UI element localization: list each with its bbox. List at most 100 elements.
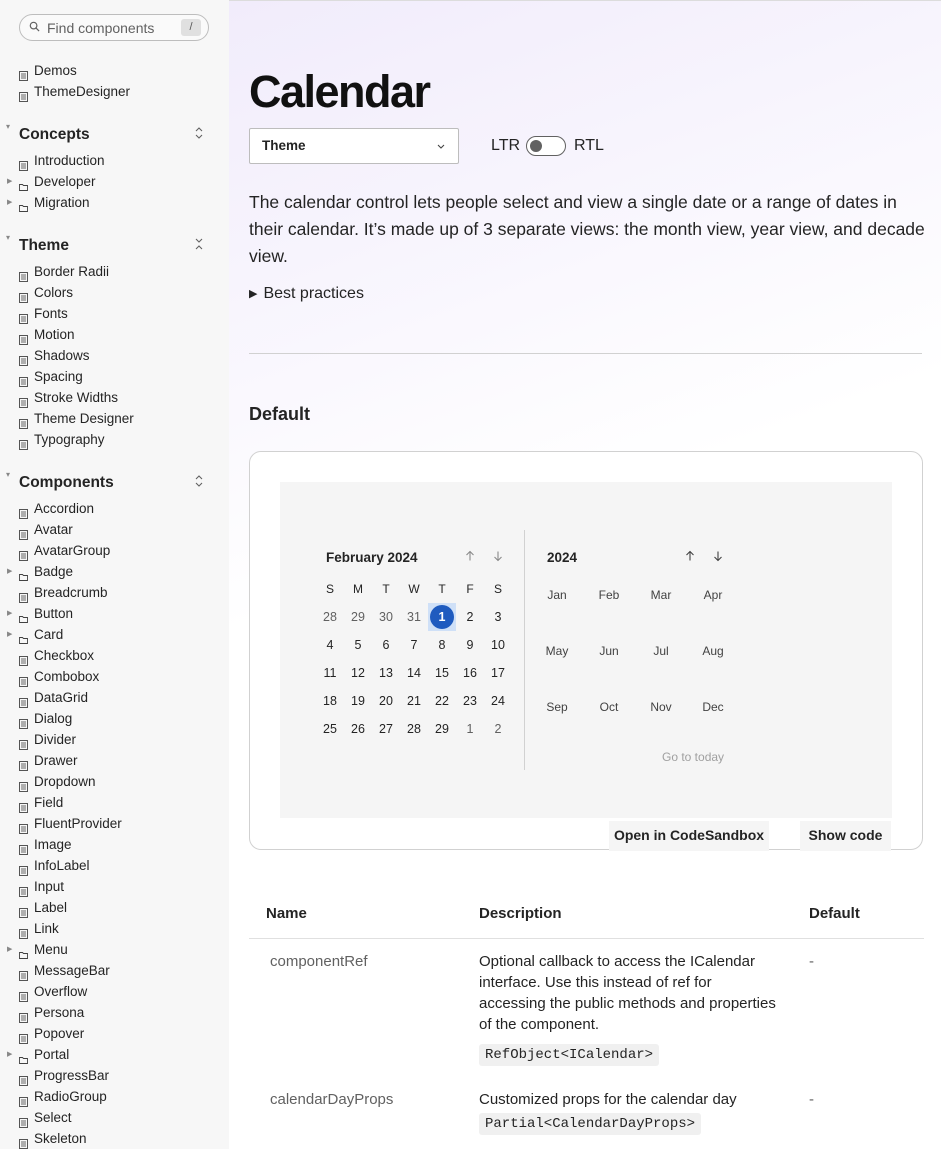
calendar-month-nov[interactable]: Nov: [635, 687, 687, 727]
sidebar-item-checkbox[interactable]: Checkbox: [0, 646, 229, 666]
sidebar-item-developer[interactable]: ▶ Developer: [0, 172, 229, 192]
sidebar-item-popover[interactable]: Popover: [0, 1024, 229, 1044]
calendar-day[interactable]: 14: [400, 659, 428, 687]
sidebar-item-select[interactable]: Select: [0, 1108, 229, 1128]
calendar-day[interactable]: 31: [400, 603, 428, 631]
sidebar-item-demos[interactable]: Demos: [0, 61, 229, 81]
calendar-day[interactable]: 15: [428, 659, 456, 687]
calendar-day[interactable]: 28: [316, 603, 344, 631]
sidebar-item-border-radii[interactable]: Border Radii: [0, 262, 229, 282]
sidebar-item-badge[interactable]: ▶ Badge: [0, 562, 229, 582]
previous-month-arrow-up-icon[interactable]: [464, 550, 476, 562]
sidebar-item-accordion[interactable]: Accordion: [0, 499, 229, 519]
open-in-codesandbox-button[interactable]: Open in CodeSandbox: [609, 821, 769, 851]
calendar-month-feb[interactable]: Feb: [583, 575, 635, 615]
search-input[interactable]: [47, 19, 177, 37]
sidebar-item-link[interactable]: Link: [0, 919, 229, 939]
sidebar-item-avatar[interactable]: Avatar: [0, 520, 229, 540]
sidebar-item-motion[interactable]: Motion: [0, 325, 229, 345]
sidebar-item-combobox[interactable]: Combobox: [0, 667, 229, 687]
calendar-day[interactable]: 5: [344, 631, 372, 659]
sidebar-item-skeleton[interactable]: Skeleton: [0, 1129, 229, 1149]
sidebar-item-fluentprovider[interactable]: FluentProvider: [0, 814, 229, 834]
calendar-day[interactable]: 9: [456, 631, 484, 659]
calendar-day[interactable]: 21: [400, 687, 428, 715]
calendar-month-oct[interactable]: Oct: [583, 687, 635, 727]
sidebar-item-divider[interactable]: Divider: [0, 730, 229, 750]
calendar-day[interactable]: 22: [428, 687, 456, 715]
sidebar-item-migration[interactable]: ▶ Migration: [0, 193, 229, 213]
calendar-month-may[interactable]: May: [531, 631, 583, 671]
calendar-day[interactable]: 28: [400, 715, 428, 743]
calendar-day[interactable]: 19: [344, 687, 372, 715]
go-to-today-link[interactable]: Go to today: [662, 750, 724, 764]
sidebar-item-introduction[interactable]: Introduction: [0, 151, 229, 171]
sidebar-item-button[interactable]: ▶ Button: [0, 604, 229, 624]
calendar-day[interactable]: 16: [456, 659, 484, 687]
collapse-icon[interactable]: [193, 237, 205, 251]
sidebar-item-radiogroup[interactable]: RadioGroup: [0, 1087, 229, 1107]
sidebar-item-avatargroup[interactable]: AvatarGroup: [0, 541, 229, 561]
calendar-day[interactable]: 12: [344, 659, 372, 687]
calendar-day[interactable]: 25: [316, 715, 344, 743]
calendar-month-jan[interactable]: Jan: [531, 575, 583, 615]
direction-switch[interactable]: [526, 136, 566, 156]
calendar-day[interactable]: 24: [484, 687, 512, 715]
sidebar-item-field[interactable]: Field: [0, 793, 229, 813]
calendar-month-mar[interactable]: Mar: [635, 575, 687, 615]
calendar-day[interactable]: 23: [456, 687, 484, 715]
sidebar-item-fonts[interactable]: Fonts: [0, 304, 229, 324]
best-practices-toggle[interactable]: ▶ Best practices: [249, 285, 364, 303]
sidebar-item-image[interactable]: Image: [0, 835, 229, 855]
calendar-day[interactable]: 11: [316, 659, 344, 687]
sidebar-item-dialog[interactable]: Dialog: [0, 709, 229, 729]
calendar-month-jun[interactable]: Jun: [583, 631, 635, 671]
calendar-day[interactable]: 8: [428, 631, 456, 659]
next-year-arrow-down-icon[interactable]: [712, 550, 724, 562]
sidebar-item-persona[interactable]: Persona: [0, 1003, 229, 1023]
expand-collapse-icon[interactable]: [193, 126, 205, 140]
calendar-month-apr[interactable]: Apr: [687, 575, 739, 615]
sidebar-item-typography[interactable]: Typography: [0, 430, 229, 450]
calendar-day[interactable]: 30: [372, 603, 400, 631]
sidebar-item-messagebar[interactable]: MessageBar: [0, 961, 229, 981]
calendar-day[interactable]: 1: [456, 715, 484, 743]
theme-select[interactable]: Theme: [249, 128, 459, 164]
calendar-day[interactable]: 10: [484, 631, 512, 659]
calendar-day[interactable]: 3: [484, 603, 512, 631]
section-header-theme[interactable]: ▾ Theme: [0, 233, 229, 257]
calendar-day[interactable]: 2: [484, 715, 512, 743]
calendar-day[interactable]: 17: [484, 659, 512, 687]
sidebar-item-breadcrumb[interactable]: Breadcrumb: [0, 583, 229, 603]
calendar-day-selected[interactable]: 1: [428, 603, 456, 631]
sidebar-item-themedesigner[interactable]: ThemeDesigner: [0, 82, 229, 102]
section-header-components[interactable]: ▾ Components: [0, 470, 229, 494]
calendar-day[interactable]: 29: [428, 715, 456, 743]
calendar-day[interactable]: 7: [400, 631, 428, 659]
calendar-day[interactable]: 4: [316, 631, 344, 659]
calendar-day[interactable]: 18: [316, 687, 344, 715]
calendar-day[interactable]: 26: [344, 715, 372, 743]
calendar-day[interactable]: 27: [372, 715, 400, 743]
section-header-concepts[interactable]: ▾ Concepts: [0, 122, 229, 146]
sidebar-item-colors[interactable]: Colors: [0, 283, 229, 303]
search-box[interactable]: /: [19, 14, 209, 41]
calendar-month-aug[interactable]: Aug: [687, 631, 739, 671]
sidebar-item-overflow[interactable]: Overflow: [0, 982, 229, 1002]
previous-year-arrow-up-icon[interactable]: [684, 550, 696, 562]
sidebar-item-progressbar[interactable]: ProgressBar: [0, 1066, 229, 1086]
sidebar-item-portal[interactable]: ▶ Portal: [0, 1045, 229, 1065]
calendar-month-sep[interactable]: Sep: [531, 687, 583, 727]
sidebar-item-label[interactable]: Label: [0, 898, 229, 918]
sidebar-item-shadows[interactable]: Shadows: [0, 346, 229, 366]
sidebar-item-input[interactable]: Input: [0, 877, 229, 897]
calendar-day[interactable]: 6: [372, 631, 400, 659]
sidebar-item-datagrid[interactable]: DataGrid: [0, 688, 229, 708]
expand-collapse-icon[interactable]: [193, 474, 205, 488]
sidebar-item-dropdown[interactable]: Dropdown: [0, 772, 229, 792]
calendar-day[interactable]: 13: [372, 659, 400, 687]
sidebar-item-stroke-widths[interactable]: Stroke Widths: [0, 388, 229, 408]
sidebar-item-card[interactable]: ▶ Card: [0, 625, 229, 645]
sidebar-item-infolabel[interactable]: InfoLabel: [0, 856, 229, 876]
next-month-arrow-down-icon[interactable]: [492, 550, 504, 562]
